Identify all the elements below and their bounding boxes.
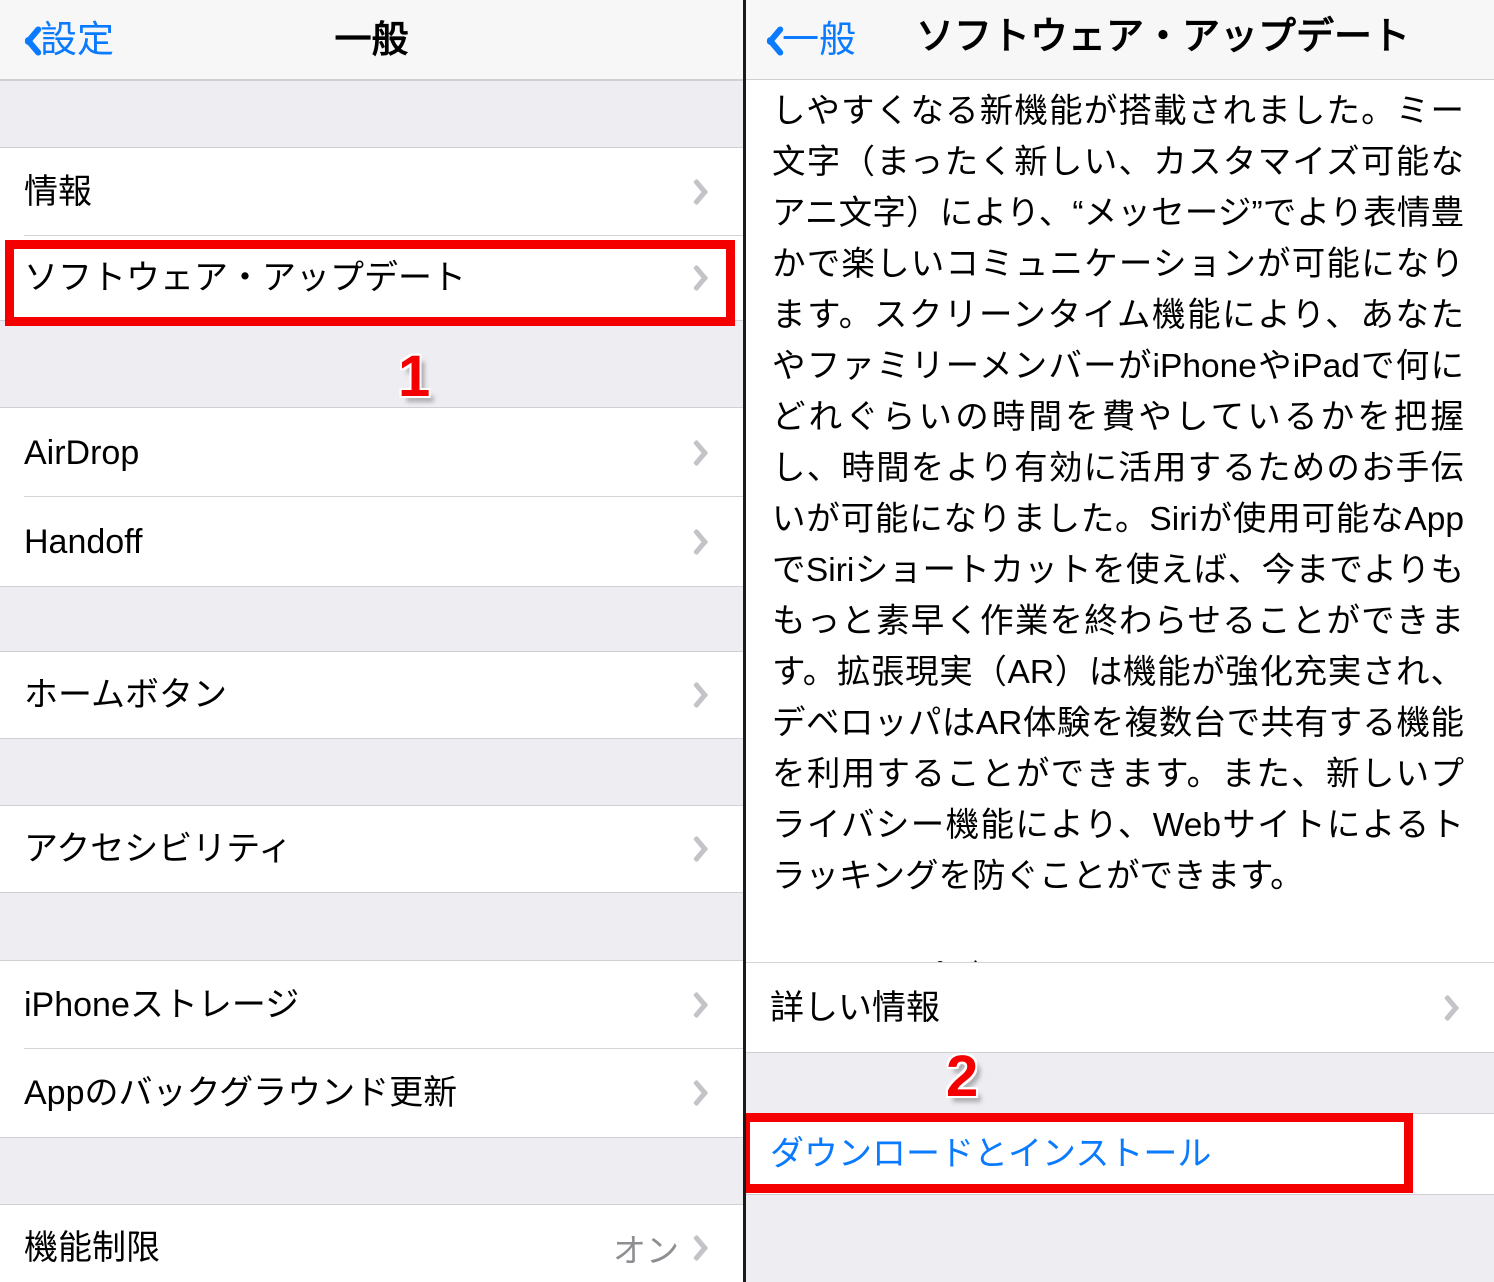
row-label: 機能制限	[24, 1229, 160, 1267]
screenshot-root: 設定 一般 情報 ソフトウェア・アップデート AirDrop Handoff ホ…	[0, 0, 1494, 1282]
group-spacer	[0, 586, 743, 652]
row-label: AirDrop	[24, 433, 140, 472]
row-label: Appのバックグラウンド更新	[24, 1074, 458, 1112]
settings-row-handoff[interactable]: Handoff	[0, 497, 743, 586]
software-update-panel: 一般 ソフトウェア・アップデート しやすくなる新機能が搭載されました。ミー文字（…	[746, 0, 1494, 1282]
settings-row-software-update[interactable]: ソフトウェア・アップデート	[0, 236, 743, 320]
release-notes-body: しやすくなる新機能が搭載されました。ミー文字（まったく新しい、カスタマイズ可能な…	[746, 80, 1494, 1106]
row-label: Handoff	[24, 522, 143, 561]
settings-row-airdrop[interactable]: AirDrop	[0, 408, 743, 497]
chevron-right-icon	[697, 1077, 715, 1109]
group-spacer	[0, 80, 743, 148]
back-button-label: 一般	[782, 19, 856, 60]
row-label: 情報	[24, 173, 92, 211]
group-spacer	[0, 1137, 743, 1205]
chevron-right-icon	[697, 437, 715, 469]
action-label: ダウンロードとインストール	[770, 1135, 1212, 1173]
page-title: ソフトウェア・アップデート	[916, 16, 1411, 58]
settings-row-background-app-refresh[interactable]: Appのバックグラウンド更新	[0, 1049, 743, 1137]
row-label: iPhoneストレージ	[24, 986, 300, 1024]
chevron-right-icon	[697, 262, 715, 294]
group-spacer	[0, 320, 743, 408]
settings-row-more-info[interactable]: 詳しい情報	[746, 962, 1494, 1052]
settings-row-restrictions[interactable]: 機能制限 オン	[0, 1205, 743, 1282]
chevron-right-icon	[1448, 992, 1466, 1024]
back-to-general-button[interactable]: 一般	[746, 0, 862, 79]
row-label: 詳しい情報	[770, 988, 940, 1027]
left-navigation-bar: 設定 一般	[0, 0, 743, 80]
right-navigation-bar: 一般 ソフトウェア・アップデート	[746, 0, 1494, 80]
group-spacer	[0, 892, 743, 961]
settings-row-iphone-storage[interactable]: iPhoneストレージ	[0, 961, 743, 1049]
bottom-spacer	[746, 1194, 1494, 1282]
row-label: ホームボタン	[24, 676, 227, 714]
settings-row-home-button[interactable]: ホームボタン	[0, 652, 743, 738]
settings-row-information[interactable]: 情報	[0, 148, 743, 236]
chevron-left-icon	[756, 21, 778, 59]
group-spacer	[746, 1052, 1494, 1114]
settings-row-accessibility[interactable]: アクセシビリティ	[0, 806, 743, 892]
settings-general-panel: 設定 一般 情報 ソフトウェア・アップデート AirDrop Handoff ホ…	[0, 0, 743, 1282]
step-marker-2: 2	[946, 1044, 979, 1109]
step-marker-1: 1	[398, 344, 431, 409]
release-notes-paragraph-1: しやすくなる新機能が搭載されました。ミー文字（まったく新しい、カスタマイズ可能な…	[772, 93, 1464, 895]
download-and-install-button[interactable]: ダウンロードとインストール	[746, 1114, 1494, 1194]
chevron-right-icon	[697, 833, 715, 865]
row-label: ソフトウェア・アップデート	[24, 259, 466, 297]
chevron-right-icon	[697, 176, 715, 208]
chevron-right-icon	[697, 679, 715, 711]
row-value: オン	[613, 1232, 679, 1269]
page-title: 一般	[334, 19, 409, 60]
row-label: アクセシビリティ	[24, 830, 293, 868]
chevron-right-icon	[697, 526, 715, 558]
group-spacer	[0, 738, 743, 806]
chevron-right-icon	[697, 989, 715, 1021]
chevron-right-icon	[697, 1232, 715, 1264]
